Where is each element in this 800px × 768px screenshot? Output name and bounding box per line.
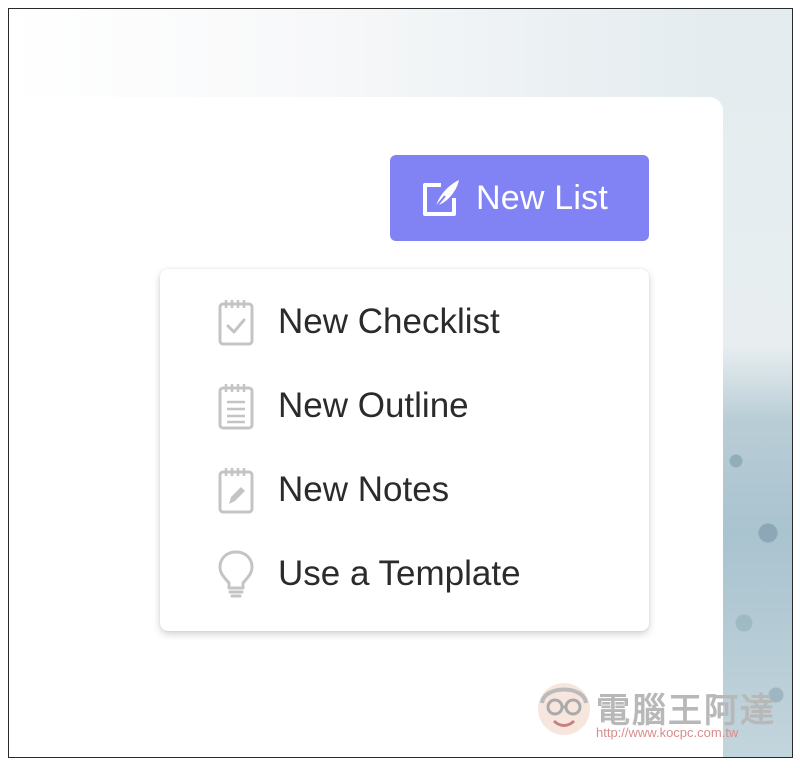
watermark-url: http://www.kocpc.com.tw bbox=[596, 725, 739, 740]
menu-item-new-checklist[interactable]: New Checklist bbox=[160, 280, 649, 364]
background-right bbox=[712, 9, 792, 757]
background-top bbox=[9, 9, 792, 109]
menu-item-new-outline[interactable]: New Outline bbox=[160, 364, 649, 448]
notes-icon bbox=[212, 462, 260, 518]
edit-note-icon bbox=[416, 173, 466, 223]
outline-icon bbox=[212, 378, 260, 434]
menu-item-label: New Outline bbox=[278, 386, 469, 425]
menu-item-label: New Checklist bbox=[278, 302, 500, 341]
lightbulb-icon bbox=[212, 546, 260, 602]
menu-item-label: Use a Template bbox=[278, 554, 521, 593]
new-list-dropdown: New Checklist New Outline New Notes Use … bbox=[160, 269, 649, 631]
new-list-button[interactable]: New List bbox=[390, 155, 649, 241]
mascot-face-icon bbox=[534, 677, 594, 739]
watermark: 電腦王阿達 http://www.kocpc.com.tw bbox=[534, 673, 792, 753]
menu-item-new-notes[interactable]: New Notes bbox=[160, 448, 649, 532]
menu-item-use-template[interactable]: Use a Template bbox=[160, 532, 649, 616]
checklist-icon bbox=[212, 294, 260, 350]
new-list-label: New List bbox=[476, 178, 608, 217]
menu-item-label: New Notes bbox=[278, 470, 450, 509]
screenshot-frame: New List New Checklist New Outline New N… bbox=[8, 8, 793, 758]
